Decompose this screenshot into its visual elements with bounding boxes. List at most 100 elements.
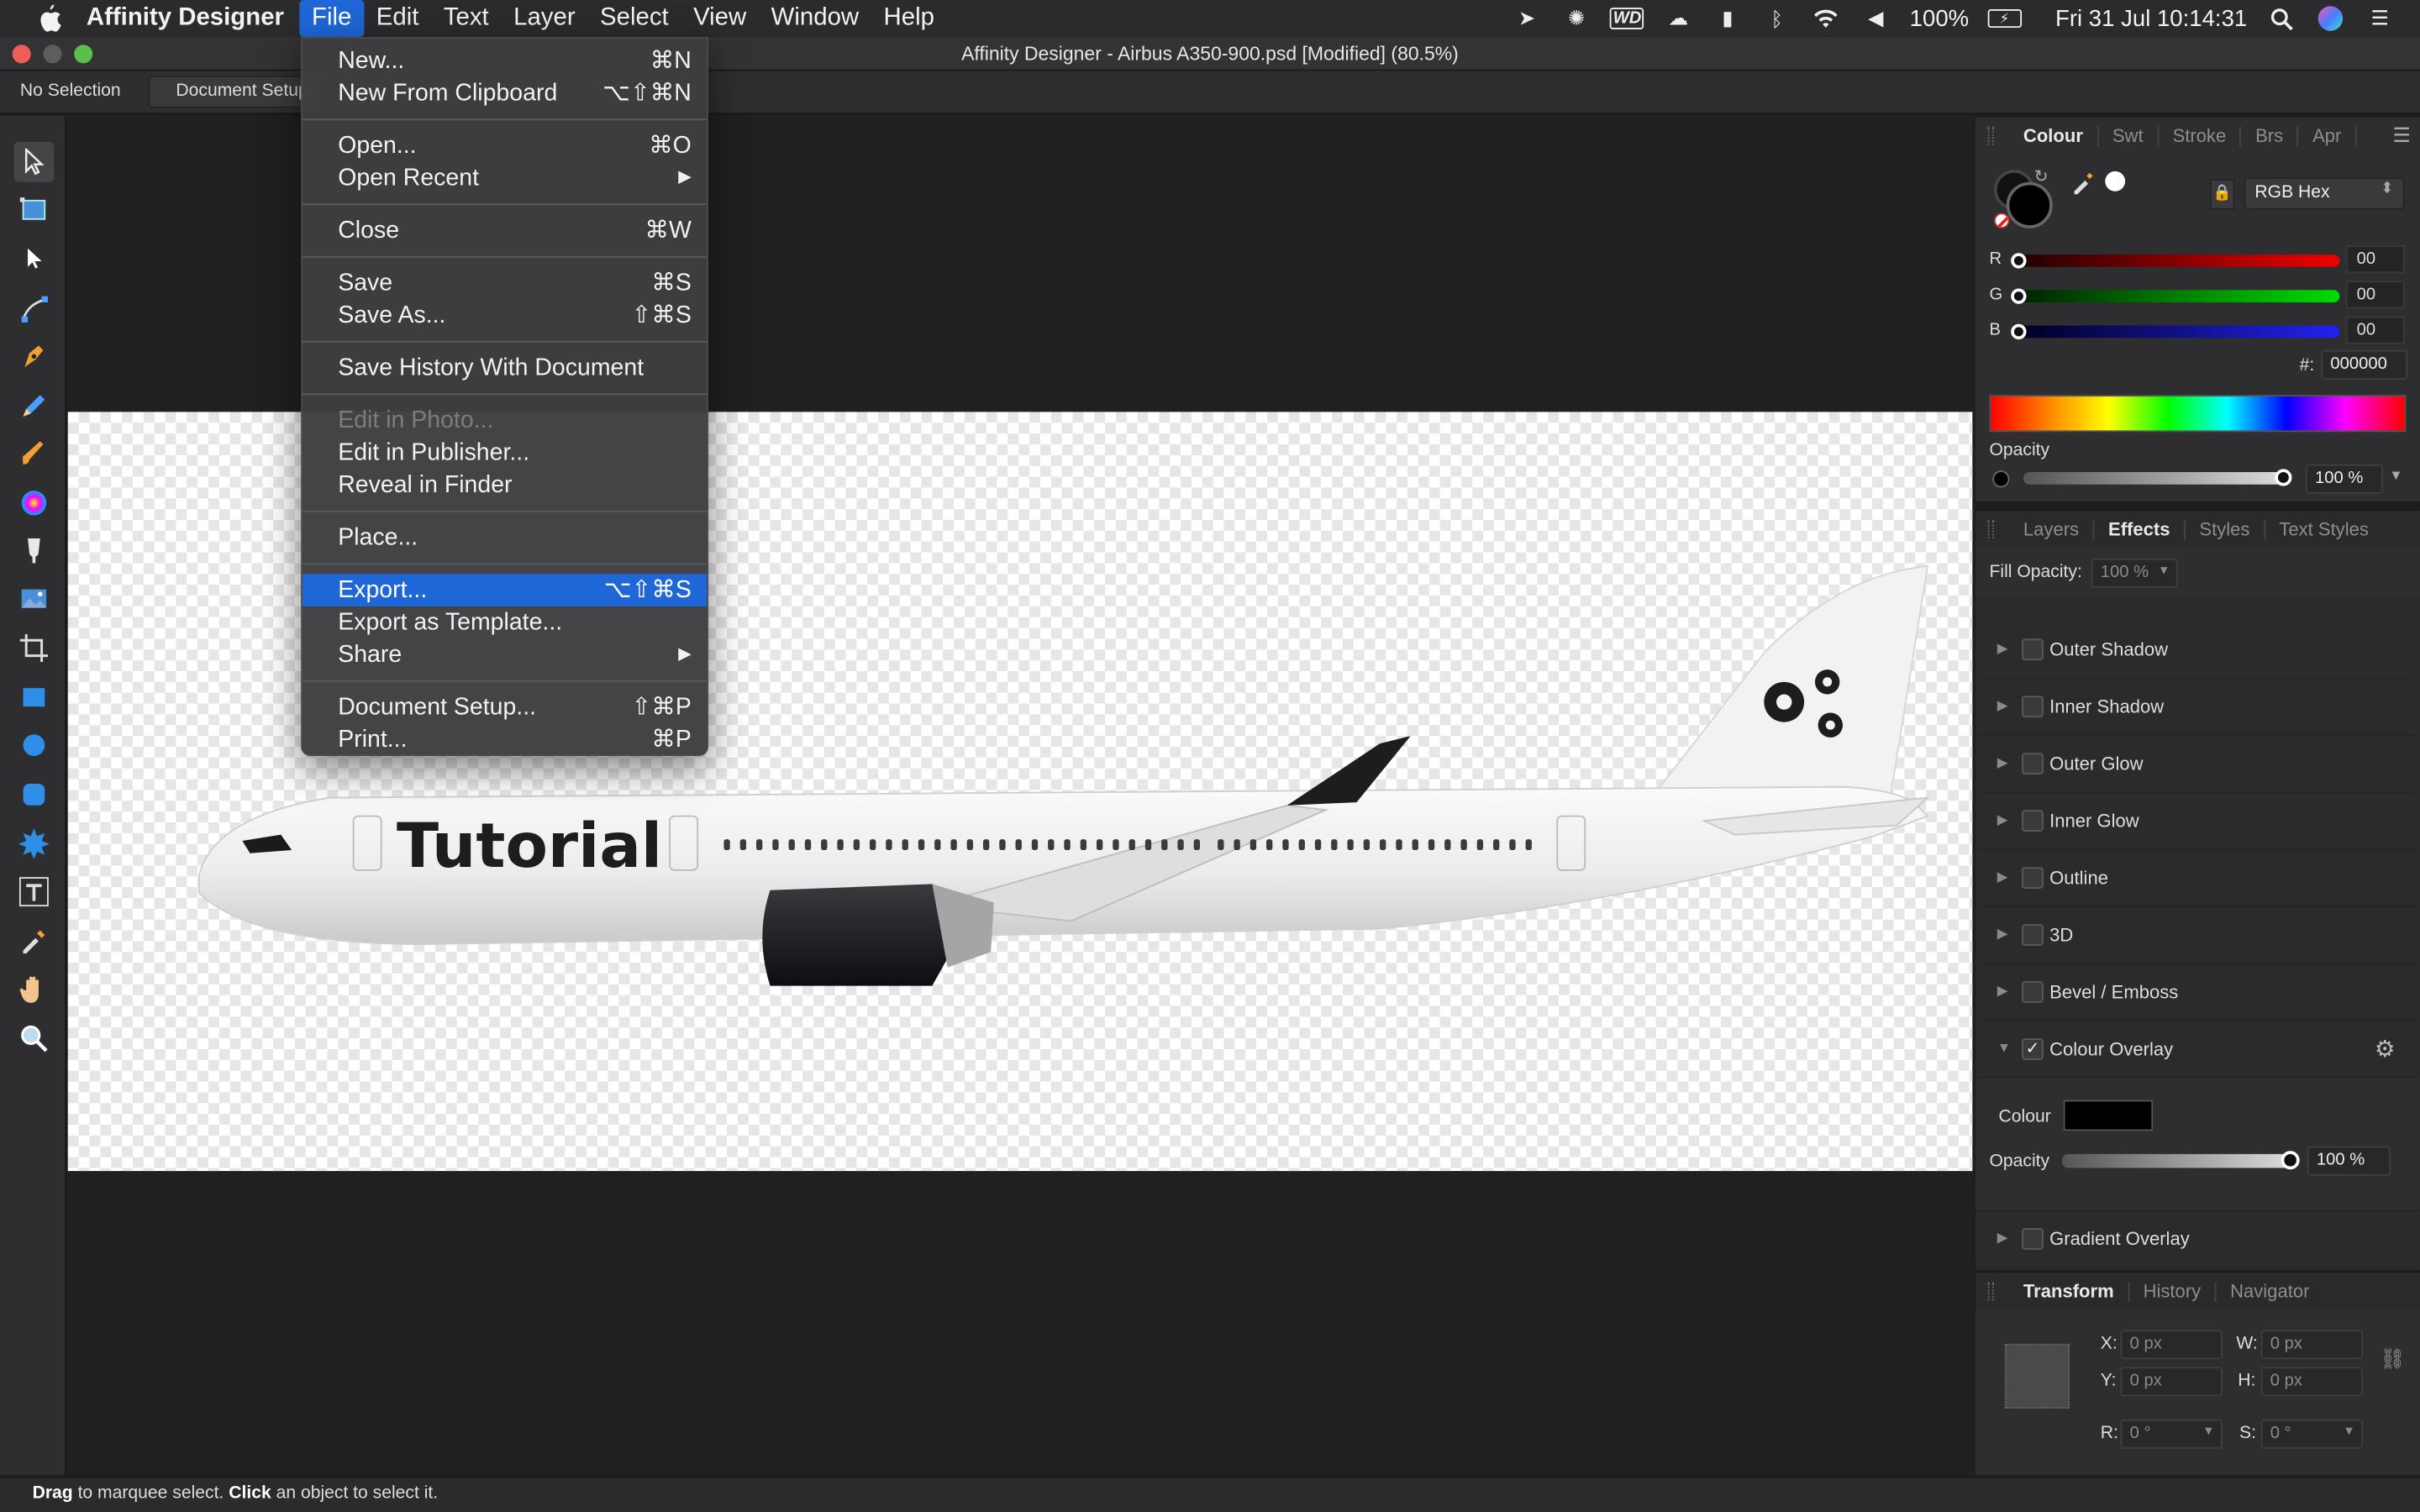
node-tool-icon[interactable] <box>14 239 55 280</box>
overlay-colour-swatch[interactable] <box>2063 1100 2154 1131</box>
file-menu-item[interactable]: Export as Template... <box>302 606 707 639</box>
minimize-window-button[interactable] <box>43 45 62 64</box>
effect-row-inner-shadow[interactable]: ▶ Inner Shadow <box>1978 679 2417 737</box>
fill-tool-icon[interactable] <box>14 483 55 523</box>
file-menu-item[interactable]: Open... ⌘O <box>302 129 707 162</box>
transparency-tool-icon[interactable] <box>14 531 55 571</box>
file-menu-item[interactable]: Open Recent ▶ <box>302 162 707 195</box>
effect-row-gradient-overlay[interactable]: ▶ Gradient Overlay <box>1978 1211 2417 1268</box>
crop-tool-icon[interactable] <box>14 628 55 669</box>
file-menu-item[interactable]: Close ⌘W <box>302 214 707 247</box>
fill-opacity-field[interactable]: 100 % ▼ <box>2091 558 2178 588</box>
expand-arrow-icon[interactable]: ▶ <box>1997 811 2008 828</box>
overlay-opacity-field[interactable]: 100 % <box>2307 1146 2391 1176</box>
wifi-icon[interactable] <box>1811 5 1842 33</box>
panel-tab-stroke[interactable]: Stroke <box>2159 125 2242 146</box>
file-menu-item[interactable]: Save ⌘S <box>302 267 707 300</box>
pencil-tool-icon[interactable] <box>14 386 55 426</box>
siri-icon[interactable] <box>2315 5 2346 33</box>
effect-row-outline[interactable]: ▶ Outline <box>1978 850 2417 907</box>
file-menu-item[interactable]: New From Clipboard ⌥⇧⌘N <box>302 77 707 110</box>
panel-tab-navigator[interactable]: Navigator <box>2217 1280 2323 1301</box>
fan-icon[interactable]: ✺ <box>1561 5 1592 33</box>
collapse-arrow-icon[interactable]: ▼ <box>1997 1040 2011 1055</box>
file-menu-item[interactable]: Print... ⌘P <box>302 723 707 756</box>
move-tool-icon[interactable] <box>13 141 55 182</box>
expand-arrow-icon[interactable]: ▶ <box>1997 1230 2008 1247</box>
panel-tab-brs[interactable]: Brs <box>2242 125 2299 146</box>
rectangle-tool-icon[interactable] <box>14 677 55 717</box>
eyedropper-icon[interactable] <box>2071 170 2096 202</box>
shear-field[interactable]: 0 ° ▼ <box>2260 1419 2363 1449</box>
artistic-text-tool-icon[interactable] <box>14 872 55 912</box>
zoom-tool-icon[interactable] <box>14 1018 55 1058</box>
effect-row-inner-glow[interactable]: ▶ Inner Glow <box>1978 793 2417 851</box>
no-colour-icon[interactable] <box>1994 213 2010 228</box>
red-value[interactable]: 00 <box>2345 245 2405 274</box>
expand-arrow-icon[interactable]: ▶ <box>1997 983 2008 1000</box>
file-menu-item[interactable]: Export... ⌥⇧⌘S <box>302 574 708 606</box>
view-tool-icon[interactable] <box>14 969 55 1009</box>
expand-arrow-icon[interactable]: ▶ <box>1997 926 2008 942</box>
overlay-opacity-slider[interactable] <box>2061 1153 2294 1168</box>
file-menu-item[interactable]: Reveal in Finder <box>302 469 707 501</box>
menu-help[interactable]: Help <box>871 0 947 37</box>
wd-drive-icon[interactable]: WD <box>1610 8 1644 29</box>
zoom-window-button[interactable] <box>74 45 93 64</box>
lock-icon[interactable]: 🔒 <box>2210 179 2235 210</box>
blue-value[interactable]: 00 <box>2345 316 2405 344</box>
effect-checkbox[interactable]: ✓ <box>2022 1038 2044 1060</box>
menu-select[interactable]: Select <box>587 0 681 37</box>
pen-tool-icon[interactable] <box>14 336 55 376</box>
expand-arrow-icon[interactable]: ▶ <box>1997 640 2008 657</box>
x-field[interactable]: 0 px <box>2120 1330 2223 1360</box>
red-slider[interactable]: R 00 <box>1990 245 2407 274</box>
effect-checkbox[interactable] <box>2022 981 2044 1003</box>
effect-checkbox[interactable] <box>2022 1228 2044 1250</box>
panel-menu-icon[interactable]: ☰ <box>2393 123 2411 148</box>
apple-icon[interactable] <box>34 3 65 34</box>
menu-edit[interactable]: Edit <box>364 0 431 37</box>
battery-icon[interactable]: ⚡ <box>1987 9 2022 29</box>
swap-colours-icon[interactable]: ↻ <box>2034 166 2049 186</box>
volume-icon[interactable]: ◀ <box>1860 5 1891 33</box>
panel-tab-history[interactable]: History <box>2129 1280 2217 1302</box>
star-tool-icon[interactable] <box>14 822 55 863</box>
stroke-swatch[interactable] <box>2006 181 2053 228</box>
colour-model-select[interactable]: RGB Hex ⬍ <box>2244 177 2405 210</box>
blue-slider[interactable]: B 00 <box>1990 316 2407 344</box>
effect-row-colour-overlay[interactable]: ▼ ✓ Colour Overlay ⚙ <box>1978 1021 2417 1079</box>
w-field[interactable]: 0 px <box>2260 1330 2363 1360</box>
panel-tab-colour[interactable]: Colour <box>2009 125 2099 146</box>
menu-file[interactable]: File <box>299 0 365 38</box>
menu-view[interactable]: View <box>681 0 759 37</box>
colour-picker-tool-icon[interactable] <box>14 920 55 960</box>
file-menu-item[interactable]: Edit in Publisher... <box>302 437 707 470</box>
opacity-slider[interactable] <box>2023 472 2286 485</box>
link-proportions-icon[interactable]: ⛓ <box>2380 1347 2405 1371</box>
app-name-menu[interactable]: Affinity Designer <box>87 5 284 33</box>
document-setup-button[interactable]: Document Setup... <box>148 75 322 108</box>
point-transform-tool-icon[interactable] <box>14 288 55 328</box>
menu-text[interactable]: Text <box>431 0 501 37</box>
panel-tab-apr[interactable]: Apr <box>2299 125 2357 146</box>
location-arrow-icon[interactable]: ➤ <box>1512 5 1543 33</box>
effect-row-outer-shadow[interactable]: ▶ Outer Shadow <box>1978 622 2417 680</box>
panel-tab-text-styles[interactable]: Text Styles <box>2265 518 2383 539</box>
panel-tab-effects[interactable]: Effects <box>2094 518 2186 539</box>
panel-tab-layers[interactable]: Layers <box>2009 518 2095 539</box>
h-field[interactable]: 0 px <box>2260 1367 2363 1397</box>
file-menu-item[interactable]: Save As... ⇧⌘S <box>302 299 707 332</box>
ellipse-tool-icon[interactable] <box>14 725 55 765</box>
menu-window[interactable]: Window <box>759 0 871 37</box>
expand-arrow-icon[interactable]: ▶ <box>1997 754 2008 771</box>
file-menu-item[interactable]: Document Setup... ⇧⌘P <box>302 691 707 724</box>
panel-tab-styles[interactable]: Styles <box>2186 518 2265 539</box>
rotation-field[interactable]: 0 ° ▼ <box>2120 1419 2223 1449</box>
rounded-rectangle-tool-icon[interactable] <box>14 774 55 815</box>
opacity-slider-knob[interactable] <box>2275 469 2292 486</box>
anchor-selector[interactable] <box>2004 1343 2070 1409</box>
effect-checkbox[interactable] <box>2022 810 2044 832</box>
menu-layer[interactable]: Layer <box>501 0 587 37</box>
spotlight-search-icon[interactable] <box>2265 5 2296 33</box>
